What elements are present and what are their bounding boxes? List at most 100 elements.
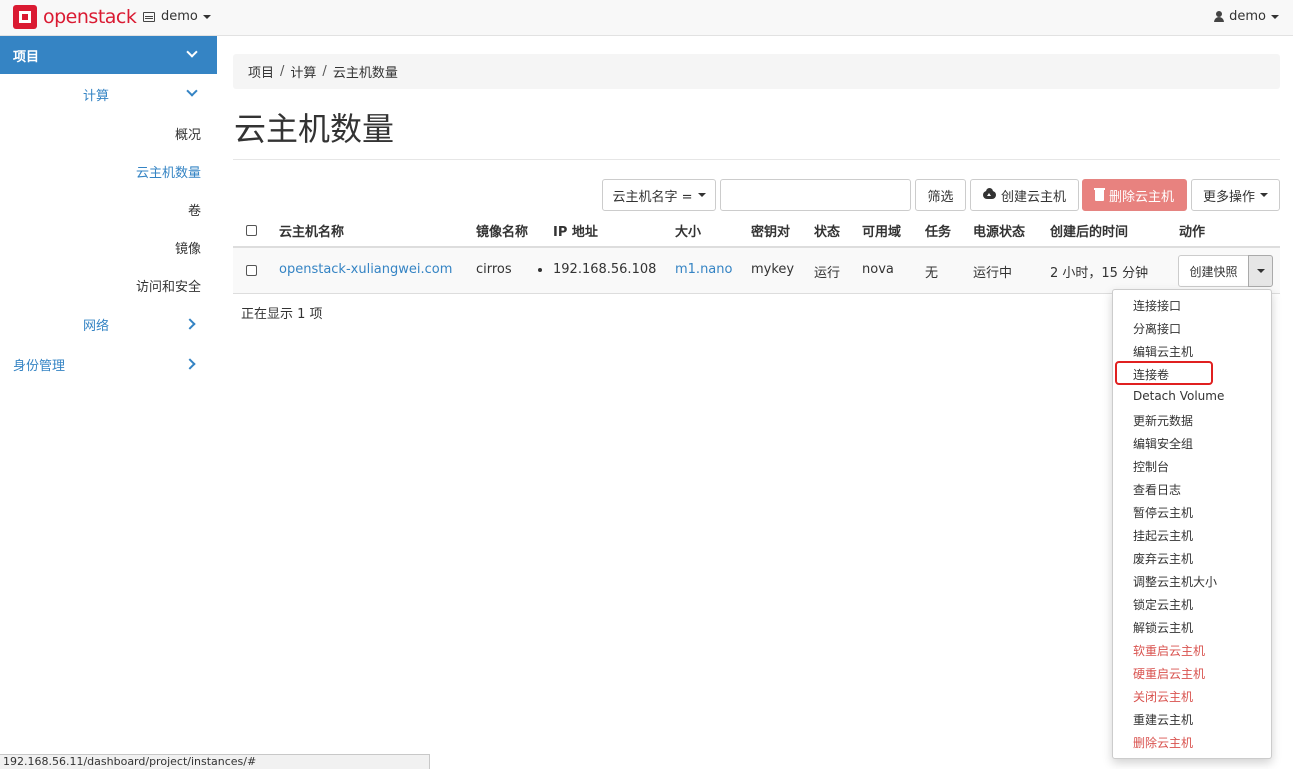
- chevron-right-icon: [184, 358, 196, 370]
- sidebar-item-images[interactable]: 镜像: [0, 228, 217, 266]
- column-header-status[interactable]: 状态: [814, 221, 840, 240]
- menu-item-soft-reboot[interactable]: 软重启云主机: [1133, 642, 1205, 659]
- caret-down-icon: [202, 14, 211, 19]
- menu-item-view-log[interactable]: 查看日志: [1133, 481, 1181, 498]
- column-header-actions: 动作: [1179, 225, 1206, 240]
- sidebar-item-instances[interactable]: 云主机数量: [0, 152, 217, 190]
- sidebar-dashboard-project[interactable]: 项目: [0, 36, 217, 74]
- instance-age: 2 小时，15 分钟: [1050, 266, 1149, 281]
- sidebar-compute-label: 计算: [83, 88, 110, 104]
- instance-ip: 192.168.56.108: [553, 262, 657, 277]
- menu-item-unlock-instance[interactable]: 解锁云主机: [1133, 619, 1193, 636]
- title-divider: [233, 159, 1280, 160]
- cloud-upload-icon: [982, 188, 996, 199]
- filter-button[interactable]: 筛选: [915, 179, 966, 211]
- chevron-down-icon: [186, 46, 198, 58]
- breadcrumb-separator: /: [322, 64, 327, 79]
- column-header-zone[interactable]: 可用域: [862, 221, 901, 240]
- instance-name-link[interactable]: openstack-xuliangwei.com: [279, 262, 452, 277]
- more-actions-label: 更多操作: [1202, 189, 1255, 205]
- menu-item-edit-instance[interactable]: 编辑云主机: [1133, 343, 1193, 360]
- user-menu[interactable]: demo: [1214, 9, 1279, 24]
- ip-bullet: [538, 268, 542, 272]
- item-count: 正在显示 1 项: [241, 307, 323, 322]
- menu-item-rebuild-instance[interactable]: 重建云主机: [1133, 711, 1193, 728]
- caret-down-icon: [1260, 193, 1268, 197]
- sidebar-dashboard-identity[interactable]: 身份管理: [0, 344, 217, 384]
- column-header-ip[interactable]: IP 地址: [553, 221, 598, 240]
- menu-item-edit-security-groups[interactable]: 编辑安全组: [1133, 435, 1193, 452]
- breadcrumb: 项目 / 计算 / 云主机数量: [233, 54, 1280, 89]
- create-instance-label: 创建云主机: [1000, 189, 1066, 205]
- sidebar-item-volumes[interactable]: 卷: [0, 190, 217, 228]
- top-navbar: openstack demo demo: [0, 0, 1293, 36]
- column-header-age[interactable]: 创建后的时间: [1050, 221, 1128, 240]
- instance-power-state: 运行中: [973, 266, 1013, 281]
- instance-size-link[interactable]: m1.nano: [675, 262, 732, 277]
- menu-item-shut-off[interactable]: 关闭云主机: [1133, 688, 1193, 705]
- project-selector-label: demo: [161, 9, 198, 24]
- sidebar-panel-network[interactable]: 网络: [0, 304, 217, 344]
- chevron-right-icon: [184, 318, 196, 330]
- page-title: 云主机数量: [234, 110, 395, 148]
- create-instance-button[interactable]: 创建云主机: [970, 179, 1079, 211]
- menu-item-attach-interface[interactable]: 连接接口: [1133, 297, 1181, 314]
- menu-item-update-metadata[interactable]: 更新元数据: [1133, 412, 1193, 429]
- sidebar-panel-compute[interactable]: 计算: [0, 74, 217, 114]
- user-icon: [1214, 11, 1225, 22]
- column-header-keypair[interactable]: 密钥对: [751, 221, 790, 240]
- instance-keypair: mykey: [751, 262, 795, 277]
- openstack-logo[interactable]: openstack: [13, 5, 137, 29]
- menu-item-resize-instance[interactable]: 调整云主机大小: [1133, 573, 1217, 590]
- menu-item-detach-volume[interactable]: Detach Volume: [1133, 389, 1224, 403]
- logo-text: openstack: [43, 6, 137, 28]
- menu-item-detach-interface[interactable]: 分离接口: [1133, 320, 1181, 337]
- sidebar-project-label: 项目: [13, 49, 40, 65]
- row-actions-dropdown-toggle[interactable]: [1248, 255, 1273, 287]
- more-actions-button[interactable]: 更多操作: [1191, 179, 1280, 211]
- chevron-down-icon: [186, 85, 198, 97]
- sidebar-network-label: 网络: [83, 318, 110, 334]
- filter-input[interactable]: [720, 179, 911, 211]
- instance-image: cirros: [476, 262, 512, 277]
- sidebar-item-overview[interactable]: 概况: [0, 114, 217, 152]
- user-menu-label: demo: [1229, 9, 1266, 24]
- column-header-power[interactable]: 电源状态: [973, 221, 1025, 240]
- openstack-logo-icon: [13, 5, 37, 29]
- column-header-name[interactable]: 云主机名称: [279, 221, 344, 240]
- column-header-task[interactable]: 任务: [925, 221, 951, 240]
- instance-zone: nova: [862, 262, 894, 277]
- breadcrumb-item-current: 云主机数量: [332, 66, 398, 81]
- menu-item-console[interactable]: 控制台: [1133, 458, 1169, 475]
- menu-item-delete-instance[interactable]: 删除云主机: [1133, 734, 1193, 751]
- filter-field-label: 云主机名字 =: [612, 189, 693, 205]
- browser-status-url: 192.168.56.11/dashboard/project/instance…: [0, 754, 430, 769]
- column-header-size[interactable]: 大小: [675, 221, 701, 240]
- menu-item-hard-reboot[interactable]: 硬重启云主机: [1133, 665, 1205, 682]
- filter-field-select[interactable]: 云主机名字 =: [602, 179, 716, 211]
- breadcrumb-item-project[interactable]: 项目: [248, 62, 274, 81]
- project-selector[interactable]: demo: [143, 9, 211, 24]
- caret-down-icon: [1271, 14, 1279, 19]
- sidebar: 项目 计算 概况 云主机数量 卷 镜像 访问和安全 网络 身份管理: [0, 36, 217, 384]
- create-snapshot-button[interactable]: 创建快照: [1178, 255, 1249, 287]
- menu-item-pause-instance[interactable]: 暂停云主机: [1133, 504, 1193, 521]
- caret-down-icon: [1256, 269, 1265, 273]
- column-header-image[interactable]: 镜像名称: [476, 221, 528, 240]
- list-icon: [143, 11, 155, 22]
- sidebar-item-access-security[interactable]: 访问和安全: [0, 266, 217, 304]
- attach-volume-highlight: [1115, 361, 1213, 385]
- delete-instances-label: 删除云主机: [1108, 189, 1174, 205]
- menu-item-shelve-instance[interactable]: 废弃云主机: [1133, 550, 1193, 567]
- select-all-checkbox[interactable]: [246, 225, 257, 236]
- menu-item-lock-instance[interactable]: 锁定云主机: [1133, 596, 1193, 613]
- row-actions-group: 创建快照: [1178, 255, 1273, 287]
- row-checkbox[interactable]: [246, 265, 257, 276]
- menu-item-suspend-instance[interactable]: 挂起云主机: [1133, 527, 1193, 544]
- caret-down-icon: [697, 193, 706, 197]
- trash-icon: [1093, 187, 1105, 201]
- delete-instances-button[interactable]: 删除云主机: [1082, 179, 1187, 211]
- row-actions-menu: 连接接口 分离接口 编辑云主机 连接卷 Detach Volume 更新元数据 …: [1112, 289, 1272, 759]
- instance-task: 无: [925, 266, 939, 281]
- breadcrumb-item-compute[interactable]: 计算: [290, 62, 316, 81]
